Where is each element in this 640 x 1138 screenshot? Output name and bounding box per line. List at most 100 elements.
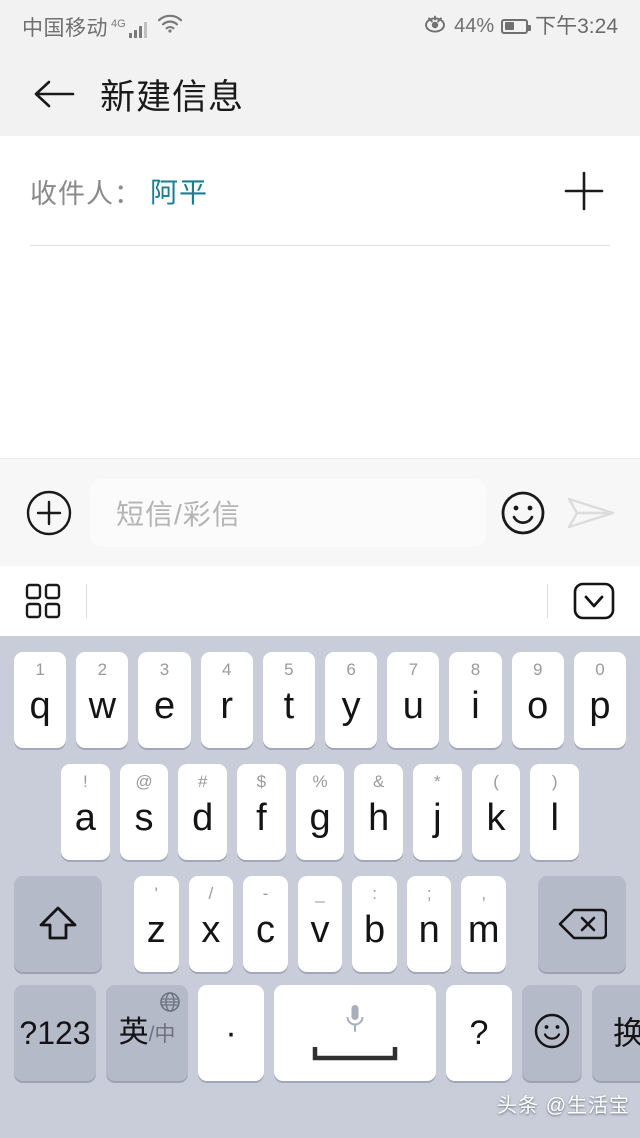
recipient-value[interactable]: 阿平 xyxy=(150,171,208,211)
key-r[interactable]: 4r xyxy=(200,652,253,748)
key-hint: 6 xyxy=(346,660,356,679)
key-label: j xyxy=(433,797,442,839)
question-mark-key[interactable]: ? xyxy=(446,985,512,1081)
key-u[interactable]: 7u xyxy=(387,652,440,748)
keyboard-row-1: 1q2w3e4r5t6y7u8i9o0p xyxy=(0,644,640,756)
backspace-icon[interactable] xyxy=(538,876,626,972)
key-hint: ; xyxy=(426,884,432,903)
shift-arrow-icon[interactable] xyxy=(14,876,102,972)
key-d[interactable]: # d xyxy=(178,764,228,860)
key-y[interactable]: 6y xyxy=(325,652,378,748)
key-x[interactable]: / x xyxy=(188,876,234,972)
key-hint: ! xyxy=(82,772,88,791)
key-label: q xyxy=(29,685,51,727)
space-key[interactable] xyxy=(274,985,436,1081)
battery-percent-label: 44% xyxy=(454,15,495,37)
conversation-area xyxy=(0,246,640,458)
key-e[interactable]: 3e xyxy=(138,652,191,748)
keyboard-row-2: ! a @ s # d $ f% g & h * j(k) l xyxy=(0,756,640,868)
smiley-icon[interactable] xyxy=(496,486,550,540)
key-c[interactable]: -c xyxy=(243,876,288,972)
key-hint: 9 xyxy=(532,660,543,679)
key-hint: / xyxy=(208,884,214,903)
key-m[interactable]: ,m xyxy=(461,876,507,972)
key-k[interactable]: (k xyxy=(471,764,521,860)
key-label: k xyxy=(486,797,506,839)
key-label: x xyxy=(201,909,221,951)
keyboard-row-3: ' z / x - c _ v: b; n, m xyxy=(0,868,640,980)
key-label: e xyxy=(153,685,176,727)
network-type-label: 4G xyxy=(111,17,126,30)
key-f[interactable]: $ f xyxy=(237,764,286,860)
key-j[interactable]: * j xyxy=(413,764,462,860)
compose-bar: 短信/彩信 xyxy=(0,458,640,566)
key-hint: $ xyxy=(256,772,267,791)
message-input[interactable]: 短信/彩信 xyxy=(90,478,486,547)
key-z[interactable]: ' z xyxy=(134,876,179,972)
key-o[interactable]: 9o xyxy=(511,652,564,748)
key-hint: @ xyxy=(135,772,153,791)
enter-key-label: 换行 xyxy=(612,1015,640,1051)
key-b[interactable]: :b xyxy=(352,876,397,972)
keyboard-toolbar xyxy=(0,566,640,636)
period-key[interactable]: · xyxy=(198,985,264,1081)
app-bar: 新建信息 xyxy=(0,52,640,136)
plus-circle-icon[interactable] xyxy=(22,486,76,540)
key-l[interactable]: ) l xyxy=(530,764,580,860)
recipient-row[interactable]: 收件人： 阿平 xyxy=(0,136,640,246)
key-hint: , xyxy=(481,884,487,903)
question-mark-key-label: ? xyxy=(469,1014,489,1052)
key-hint: - xyxy=(262,884,269,903)
key-label: u xyxy=(402,685,424,727)
key-w[interactable]: 2w xyxy=(76,652,129,748)
enter-key[interactable]: 换行 xyxy=(592,985,640,1081)
key-hint: 7 xyxy=(408,660,419,679)
language-key-primary: 英 xyxy=(118,1016,149,1049)
key-label: l xyxy=(550,797,559,839)
key-h[interactable]: & h xyxy=(354,764,404,860)
key-hint: ' xyxy=(154,884,158,903)
key-hint: # xyxy=(197,772,208,791)
symbols-key[interactable]: ?123 xyxy=(14,985,96,1081)
key-i[interactable]: 8i xyxy=(449,652,502,748)
key-hint: 3 xyxy=(159,660,170,679)
plus-icon[interactable] xyxy=(558,165,610,217)
space-key-graphics xyxy=(312,1003,398,1067)
key-p[interactable]: 0p xyxy=(573,652,627,748)
grid-four-squares-icon[interactable] xyxy=(0,581,86,621)
phone-screen: 中国移动 4G 44% 下午3:24 新建信息 收件人： 阿平 短信/彩信 1 … xyxy=(0,0,640,1138)
key-v[interactable]: _ v xyxy=(297,876,343,972)
chevron-down-boxed-icon[interactable] xyxy=(548,581,640,621)
key-label: g xyxy=(309,797,331,839)
row3-letter-keys: ' z / x - c _ v: b; n, m xyxy=(129,876,511,972)
virtual-keyboard: 1q2w3e4r5t6y7u8i9o0p ! a @ s # d $ f% g & h * j(k) l … xyxy=(0,636,640,1138)
key-s[interactable]: @ s xyxy=(119,764,169,860)
emoji-key[interactable] xyxy=(522,985,582,1081)
language-switch-key[interactable]: 英/中 xyxy=(106,985,188,1081)
key-label: n xyxy=(418,909,440,951)
key-hint: & xyxy=(373,772,385,791)
back-arrow-icon[interactable] xyxy=(30,70,78,118)
key-g[interactable]: % g xyxy=(295,764,345,860)
send-plane-icon[interactable] xyxy=(564,486,618,540)
key-label: o xyxy=(527,685,549,727)
microphone-icon xyxy=(343,1003,367,1040)
key-n[interactable]: ; n xyxy=(406,876,452,972)
key-hint: * xyxy=(434,772,441,791)
status-bar-right: 44% 下午3:24 xyxy=(423,15,618,38)
key-label: y xyxy=(341,685,361,727)
key-t[interactable]: 5t xyxy=(262,652,316,748)
key-q[interactable]: 1q xyxy=(14,652,67,748)
battery-icon xyxy=(501,18,532,34)
globe-icon xyxy=(159,991,181,1018)
key-hint: 0 xyxy=(595,660,605,679)
page-title: 新建信息 xyxy=(100,77,245,117)
key-hint: 4 xyxy=(221,660,232,679)
message-input-placeholder: 短信/彩信 xyxy=(116,498,241,530)
key-a[interactable]: ! a xyxy=(61,764,110,860)
key-label: b xyxy=(364,909,386,951)
key-hint: 8 xyxy=(470,660,481,679)
spacebar-icon xyxy=(312,1044,398,1067)
wifi-icon xyxy=(157,14,183,38)
key-label: p xyxy=(589,685,611,727)
